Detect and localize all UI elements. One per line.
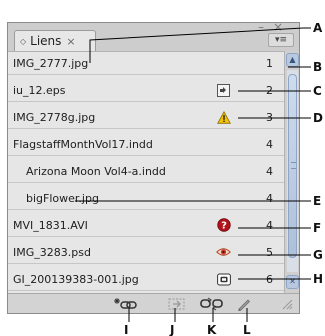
tab-label: Liens [30, 34, 62, 48]
link-page: 4 [266, 218, 273, 232]
scroll-down-button[interactable]: ✕ [286, 275, 299, 289]
list-item[interactable]: IMG_3283.psd 5 [8, 241, 284, 264]
minimize-button[interactable]: – [258, 20, 264, 34]
links-toolbar [8, 293, 299, 313]
modified-link-icon [216, 83, 231, 98]
link-name: bigFlower.jpg [26, 191, 99, 205]
link-name: FlagstaffMonthVol17.indd [13, 137, 153, 151]
link-name: MVI_1831.AVI [13, 218, 88, 232]
list-item[interactable]: MVI_1831.AVI ? 4 [8, 214, 284, 237]
list-item[interactable]: IMG_2777.jpg 1 [8, 52, 284, 75]
scroll-grip [291, 162, 296, 169]
callout-label-b: B [313, 60, 323, 74]
callout-label-j: J [170, 323, 175, 336]
tab-links[interactable]: ◇ Liens × [14, 30, 96, 51]
list-item[interactable]: iu_12.eps 2 [8, 79, 284, 102]
list-item[interactable]: FlagstaffMonthVol17.indd 4 [8, 133, 284, 156]
panel-tab-icon: ◇ [20, 36, 27, 46]
scroll-up-button[interactable]: ▲ [286, 53, 299, 67]
list-item[interactable]: IMG_2778g.jpg 3 [8, 106, 284, 129]
warning-icon [216, 110, 231, 125]
relink-icon[interactable] [113, 296, 140, 311]
callout-label-f: F [313, 221, 322, 235]
resize-grip-icon[interactable] [280, 296, 294, 311]
scroll-track[interactable] [287, 70, 298, 272]
callout-label-c: C [313, 84, 322, 98]
eye-icon [216, 245, 231, 260]
link-name: IMG_3283.psd [13, 245, 91, 259]
link-name: GI_200139383-001.jpg [13, 272, 139, 286]
tab-close-button[interactable]: × [66, 35, 75, 48]
close-panel-button[interactable]: × [273, 20, 283, 34]
link-page: 4 [266, 137, 273, 151]
embedded-icon [216, 272, 231, 287]
callout-label-h: H [313, 272, 324, 286]
svg-text:?: ? [221, 221, 227, 232]
callout-label-a: A [313, 21, 323, 35]
list-item[interactable]: Arizona Moon Vol4-a.indd 4 [8, 160, 284, 183]
link-name: IMG_2777.jpg [13, 56, 89, 70]
link-name: iu_12.eps [13, 83, 66, 97]
scroll-thumb[interactable] [288, 74, 297, 258]
goto-link-icon[interactable] [168, 296, 186, 311]
panel-menu-button[interactable]: ▾≡ [268, 33, 294, 47]
list-item[interactable]: bigFlower.jpg 4 [8, 187, 284, 210]
callout-label-e: E [313, 194, 322, 208]
link-page: 3 [266, 110, 273, 124]
callout-label-k: K [207, 323, 217, 336]
callout-label-l: L [243, 323, 251, 336]
callout-label-g: G [313, 248, 323, 262]
link-page: 4 [266, 191, 273, 205]
link-name: IMG_2778g.jpg [13, 110, 96, 124]
missing-link-icon: ? [216, 218, 231, 233]
callout-label-d: D [313, 111, 323, 125]
panel-header: – × ◇ Liens × ▾≡ [8, 20, 299, 51]
link-name: Arizona Moon Vol4-a.indd [26, 164, 166, 178]
links-panel: – × ◇ Liens × ▾≡ IMG_2777.jpg 1 iu_12.ep… [7, 20, 300, 314]
link-page: 2 [266, 83, 273, 97]
links-list: IMG_2777.jpg 1 iu_12.eps 2 IMG_2778g.jpg [8, 51, 284, 293]
update-link-icon[interactable] [200, 296, 224, 311]
list-item[interactable]: GI_200139383-001.jpg 6 [8, 268, 284, 291]
vertical-scrollbar[interactable]: ▲ ✕ [284, 51, 299, 293]
link-page: 5 [266, 245, 273, 259]
link-page: 6 [266, 272, 273, 286]
callout-label-i: I [124, 323, 129, 336]
edit-original-icon[interactable] [236, 296, 252, 311]
link-page: 1 [266, 56, 273, 70]
link-page: 4 [266, 164, 273, 178]
